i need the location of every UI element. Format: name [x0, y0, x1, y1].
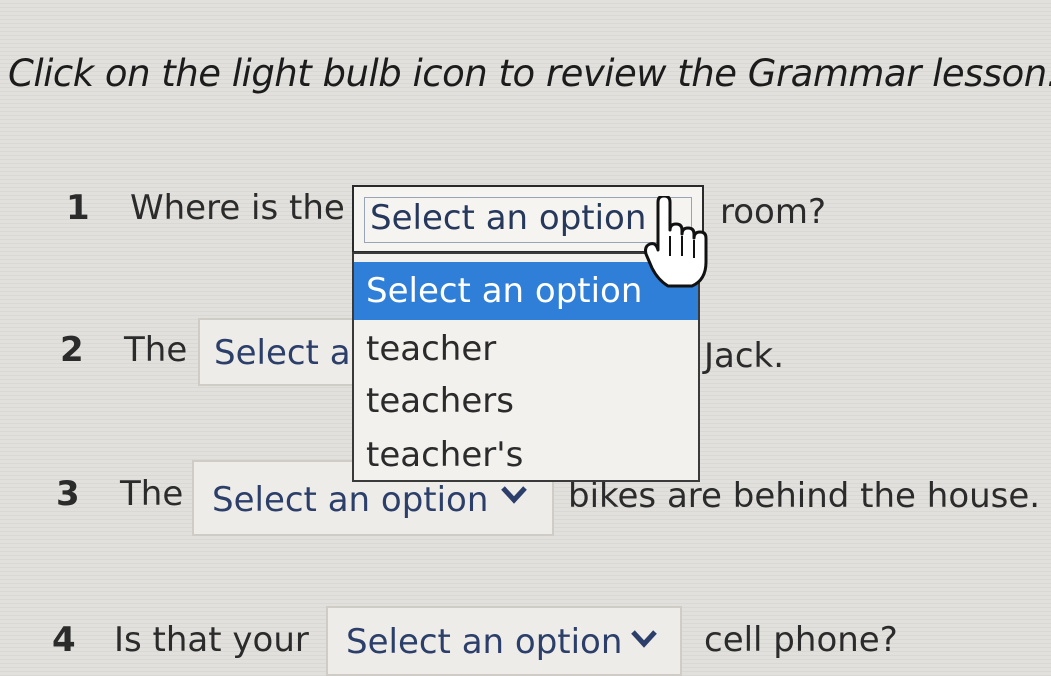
option-select-4[interactable]: Select an option: [326, 606, 682, 676]
select-value: Select an option: [370, 198, 647, 238]
chevron-down-icon: [498, 480, 530, 516]
question-number: 4: [52, 620, 76, 660]
select-value: Select an option: [346, 622, 623, 662]
question-text-before: Is that your: [114, 620, 309, 660]
chevron-down-icon: [628, 624, 660, 660]
question-number: 1: [66, 188, 90, 228]
question-text-before: Where is the: [130, 188, 345, 228]
select-value: Select a: [214, 333, 351, 373]
question-text-before: The: [120, 474, 184, 514]
question-text-before: The: [124, 330, 188, 370]
instruction-text: Click on the light bulb icon to review t…: [8, 52, 1051, 95]
question-number: 3: [56, 474, 80, 514]
question-text-after: cell phone?: [704, 620, 898, 660]
question-text-after: room?: [720, 192, 827, 232]
dropdown-option-teachers[interactable]: teachers: [354, 376, 698, 426]
select-value: Select an option: [212, 480, 489, 520]
dropdown-option-teachers-possessive[interactable]: teacher's: [354, 430, 698, 480]
hand-pointer-icon: [644, 194, 708, 292]
question-text-after: bikes are behind the house.: [568, 476, 1041, 516]
question-text-after: Jack.: [704, 336, 785, 376]
dropdown-option-teacher[interactable]: teacher: [354, 324, 698, 374]
question-number: 2: [60, 330, 84, 370]
